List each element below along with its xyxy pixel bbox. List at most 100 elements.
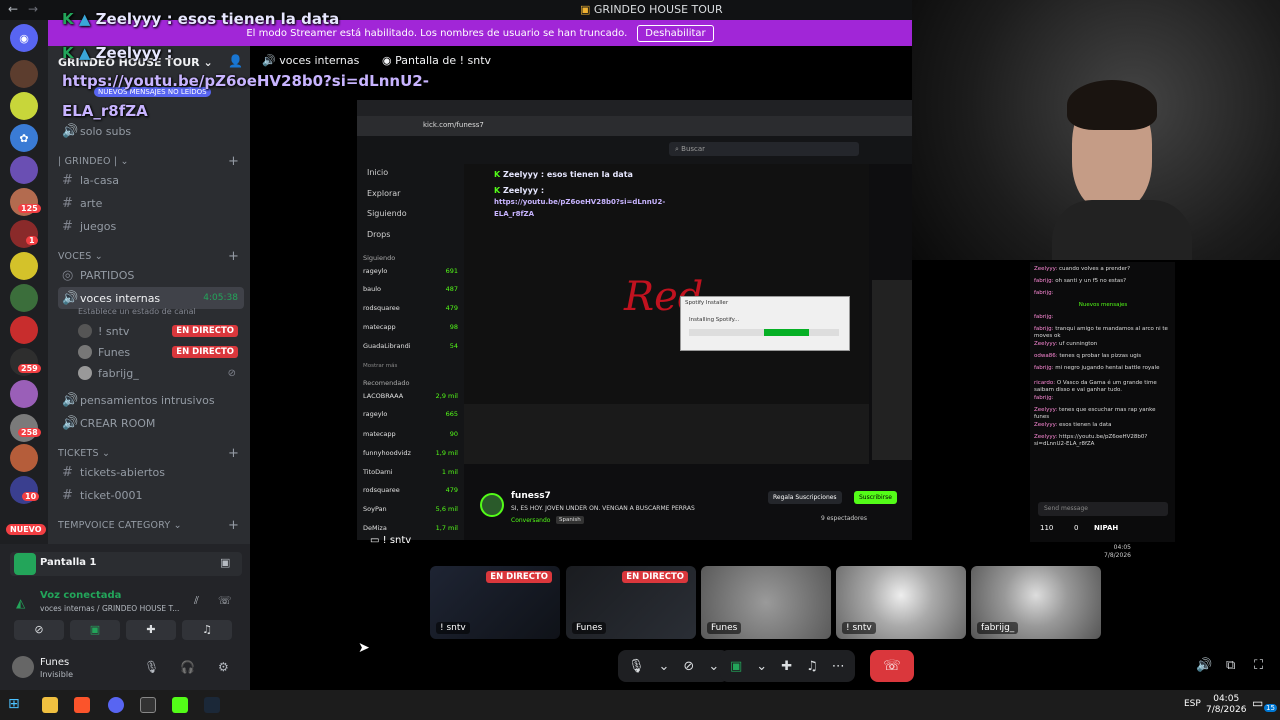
- windows-start-icon[interactable]: ⊞: [8, 696, 20, 712]
- channel-crear-room[interactable]: 🔊 CREAR ROOM: [58, 412, 244, 434]
- following-title: Siguiendo: [363, 254, 396, 262]
- channel-status[interactable]: Establece un estado de canal: [78, 307, 196, 316]
- activities-icon[interactable]: ✚: [781, 659, 792, 674]
- channel-arte[interactable]: # arte: [58, 192, 244, 214]
- chat-text: uf cunnington: [1059, 341, 1098, 347]
- popout-icon[interactable]: ⧉: [1226, 658, 1235, 673]
- volume-icon[interactable]: 🔊: [1196, 658, 1212, 673]
- disable-button[interactable]: Deshabilitar: [637, 24, 714, 42]
- add-channel-icon[interactable]: +: [228, 446, 239, 461]
- voice-location[interactable]: voces internas / GRINDEO HOUSE T...: [40, 604, 179, 613]
- category-grindeo[interactable]: | GRINDEO | ⌄ +: [58, 154, 239, 169]
- camera-toggle-button[interactable]: ⊘: [14, 620, 64, 640]
- gear-icon[interactable]: ⚙: [218, 660, 229, 674]
- invite-icon[interactable]: 👤: [228, 54, 243, 68]
- channel-label: CREAR ROOM: [80, 416, 156, 430]
- disconnect-icon[interactable]: ☏: [218, 594, 232, 607]
- channel-solo-subs[interactable]: 🔊 solo subs: [58, 120, 244, 142]
- add-channel-icon[interactable]: +: [228, 518, 239, 533]
- live-badge: EN DIRECTO: [172, 346, 238, 358]
- server-icon-8[interactable]: [10, 284, 38, 312]
- channel-ticket-0001[interactable]: # ticket-0001: [58, 484, 244, 506]
- voice-user[interactable]: ! sntv EN DIRECTO: [74, 320, 244, 342]
- file-explorer-icon[interactable]: [42, 697, 58, 713]
- notification-icon[interactable]: ▭: [1252, 696, 1263, 710]
- channel-tickets-abiertos[interactable]: # tickets-abiertos: [58, 461, 244, 483]
- obs-icon[interactable]: [140, 697, 156, 713]
- viewer-count: 479: [445, 486, 458, 494]
- recommended-name: TitoDarni: [363, 468, 393, 476]
- category-tickets[interactable]: TICKETS ⌄ +: [58, 446, 239, 461]
- soundboard-button[interactable]: ♫: [182, 620, 232, 640]
- viewer-count: 54: [449, 342, 458, 350]
- microphone-icon[interactable]: 🎙: [144, 660, 159, 674]
- participant-tile[interactable]: ! sntv: [836, 566, 966, 639]
- back-arrow-icon[interactable]: ←: [8, 2, 18, 16]
- server-icon-13[interactable]: [10, 444, 38, 472]
- microphone-icon[interactable]: 🎙: [628, 659, 645, 674]
- camera-off-icon[interactable]: ⊘: [683, 659, 694, 674]
- add-channel-icon[interactable]: +: [228, 249, 239, 264]
- chrome-icon[interactable]: [108, 697, 124, 713]
- nipah-label: NIPAH: [1094, 524, 1119, 532]
- server-icon-2[interactable]: [10, 92, 38, 120]
- avatar[interactable]: [12, 656, 34, 678]
- inner-video: K Zeelyyy : esos tienen la data K Zeelyy…: [464, 164, 869, 464]
- steam-icon[interactable]: [204, 697, 220, 713]
- tile-label: ! sntv: [842, 622, 876, 634]
- screen-share-header[interactable]: ◉ Pantalla de ! sntv: [382, 54, 491, 67]
- viewer-count: 479: [445, 304, 458, 312]
- category-tempvoice[interactable]: TEMPVOICE CATEGORY ⌄ +: [58, 518, 239, 533]
- inner-clock-date: 7/8/2026: [1104, 552, 1131, 559]
- screen-share-button[interactable]: ▣: [70, 620, 120, 640]
- recommended-item: SoyPan 5,6 mil: [363, 505, 458, 513]
- screen-share-card[interactable]: Pantalla 1 ▣: [10, 552, 242, 576]
- inner-clock-time: 04:05: [1113, 544, 1131, 551]
- participant-tile[interactable]: EN DIRECTO Funes: [566, 566, 696, 639]
- stop-share-icon[interactable]: ▣: [220, 556, 230, 569]
- server-icon-9[interactable]: [10, 316, 38, 344]
- fullscreen-icon[interactable]: ⛶: [1254, 658, 1263, 673]
- voice-user[interactable]: fabrijg_ ⊘: [74, 362, 244, 384]
- channel-voces-internas[interactable]: 🔊 voces internas 4:05:38: [58, 287, 244, 309]
- user-name[interactable]: Funes: [40, 657, 69, 668]
- overlay-msg: : esos tienen la data: [166, 10, 340, 28]
- inner-player-panel: [464, 404, 869, 464]
- activities-button[interactable]: ✚: [126, 620, 176, 640]
- recommended-item: rageylo 665: [363, 410, 458, 418]
- channel-partidos[interactable]: ◎ PARTIDOS: [58, 264, 244, 286]
- chevron-down-icon[interactable]: ⌄: [708, 659, 719, 674]
- forward-arrow-icon[interactable]: →: [28, 2, 38, 16]
- channel-la-casa[interactable]: # la-casa: [58, 169, 244, 191]
- discord-home-icon[interactable]: ◉: [10, 24, 38, 52]
- disconnect-button[interactable]: ☏: [870, 650, 914, 682]
- chat-message: Zeelyyy: esos tienen la data: [1034, 422, 1172, 429]
- server-icon-7[interactable]: [10, 252, 38, 280]
- installer-progress-track: [689, 329, 839, 336]
- noise-suppression-icon[interactable]: ⫽: [194, 594, 199, 608]
- kick-icon[interactable]: [172, 697, 188, 713]
- server-icon-4[interactable]: [10, 156, 38, 184]
- voice-connected[interactable]: Voz conectada: [40, 590, 121, 601]
- more-icon[interactable]: ⋯: [832, 659, 845, 674]
- brave-icon[interactable]: [74, 697, 90, 713]
- participant-tile[interactable]: fabrijg_: [971, 566, 1101, 639]
- voice-user[interactable]: Funes EN DIRECTO: [74, 341, 244, 363]
- soundboard-icon[interactable]: ♫: [806, 659, 818, 674]
- channel-pensamientos[interactable]: 🔊 pensamientos intrusivos: [58, 389, 244, 411]
- chevron-down-icon[interactable]: ⌄: [756, 659, 767, 674]
- server-icon-1[interactable]: [10, 60, 38, 88]
- language-indicator[interactable]: ESP: [1184, 699, 1201, 709]
- participant-tile[interactable]: Funes: [701, 566, 831, 639]
- screen-icon: ◉: [382, 54, 392, 67]
- server-icon-11[interactable]: [10, 380, 38, 408]
- category-voces[interactable]: VOCES ⌄ +: [58, 249, 239, 264]
- chevron-down-icon[interactable]: ⌄: [659, 659, 670, 674]
- screen-share-icon[interactable]: ▣: [730, 659, 742, 674]
- channel-juegos[interactable]: # juegos: [58, 215, 244, 237]
- add-channel-icon[interactable]: +: [228, 154, 239, 169]
- headphones-icon[interactable]: 🎧: [180, 660, 195, 674]
- server-icon-3[interactable]: ✿: [10, 124, 38, 152]
- participant-tile[interactable]: EN DIRECTO ! sntv: [430, 566, 560, 639]
- clock[interactable]: 04:05 7/8/2026: [1206, 694, 1246, 716]
